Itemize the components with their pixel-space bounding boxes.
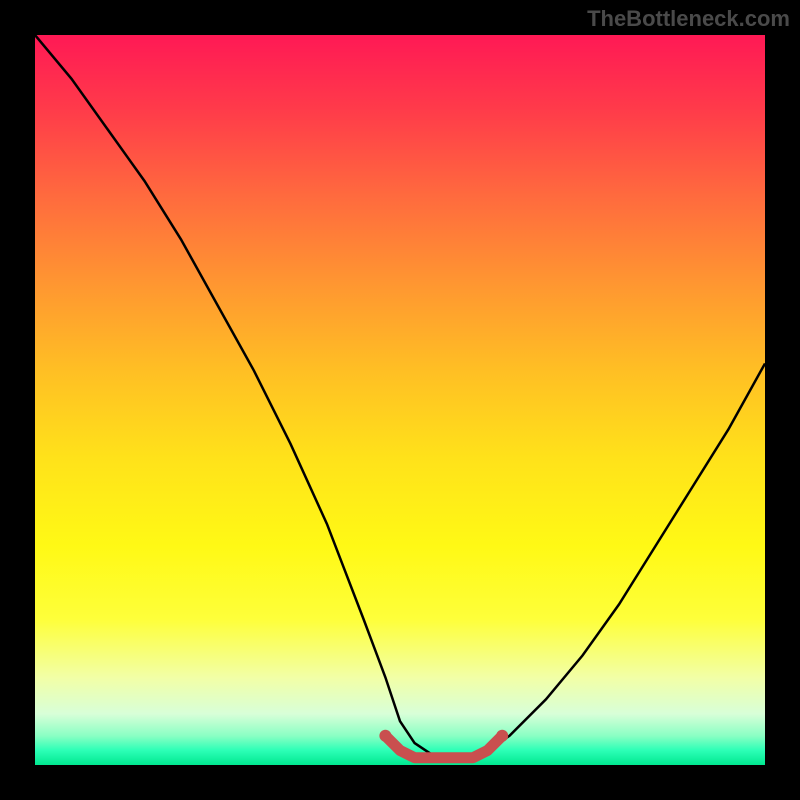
chart-highlight-start-dot	[379, 730, 391, 742]
chart-curve-line	[35, 35, 765, 758]
chart-highlight-line	[385, 736, 502, 758]
chart-svg	[35, 35, 765, 765]
chart-plot-area	[35, 35, 765, 765]
chart-highlight-end-dot	[496, 730, 508, 742]
watermark-text: TheBottleneck.com	[587, 6, 790, 32]
